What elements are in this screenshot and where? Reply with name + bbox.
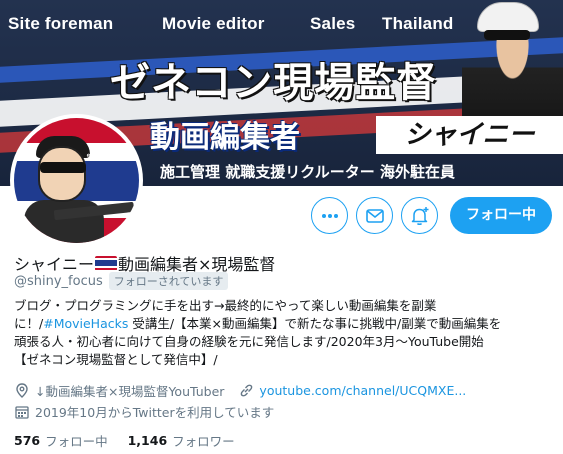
location-pin-icon xyxy=(14,383,30,399)
banner-subtitle: 動画編集者 xyxy=(150,120,300,155)
banner-word-sales: Sales xyxy=(310,14,356,33)
calendar-icon xyxy=(14,404,30,420)
meta-joined: 2019年10月からTwitterを利用しています xyxy=(14,402,274,421)
banner-name-box: シャイニー xyxy=(376,116,563,154)
link-icon xyxy=(238,383,254,399)
banner-word-movie-editor: Movie editor xyxy=(162,14,265,33)
more-icon xyxy=(321,213,339,219)
meta-location-url: ↓動画編集者×現場監督YouTuber youtube.com/channel/… xyxy=(14,381,466,400)
following-count: 576 xyxy=(14,433,41,448)
joined-date: 2019年10月からTwitterを利用しています xyxy=(35,405,275,420)
bio-line: に！/#MovieHacks 受講生/【本業×動画編集】で新たな事に挑戦中/副業… xyxy=(14,315,554,333)
bio-text: に！/ xyxy=(14,316,44,331)
bio-line: ブログ・プログラミングに手を出す→最終的にやって楽しい動画編集を副業 xyxy=(14,298,437,313)
message-button[interactable] xyxy=(356,197,393,234)
follows-you-badge: フォローされています xyxy=(108,272,229,290)
banner-word-thailand: Thailand xyxy=(382,14,454,33)
more-button[interactable] xyxy=(311,197,348,234)
avatar[interactable]: ช่ายนี่ xyxy=(10,114,143,247)
following-stat[interactable]: 576 フォロー中 xyxy=(14,431,108,450)
bell-plus-icon xyxy=(410,206,430,226)
thai-flag-emoji xyxy=(95,255,118,271)
location-text: ↓動画編集者×現場監督YouTuber xyxy=(35,384,225,399)
website-link[interactable]: youtube.com/channel/UCQMXE... xyxy=(259,383,466,398)
hashtag-link[interactable]: #MovieHacks xyxy=(43,316,128,331)
avatar-character-face xyxy=(38,146,86,202)
followers-stat[interactable]: 1,146 フォロワー xyxy=(128,431,235,450)
followers-count: 1,146 xyxy=(127,433,168,448)
handle-row: @shiny_focus フォローされています xyxy=(14,272,229,290)
followers-label: フォロワー xyxy=(172,434,235,449)
bio-text: 受講生/【本業×動画編集】で新たな事に挑戦中/副業で動画編集を xyxy=(128,316,502,331)
notifications-button[interactable] xyxy=(401,197,438,234)
handle: @shiny_focus xyxy=(14,273,103,289)
mail-icon xyxy=(365,208,384,223)
follow-stats: 576 フォロー中 1,146 フォロワー xyxy=(14,431,255,450)
banner-roles: 施工管理 就職支援リクルーター 海外駐在員 xyxy=(160,163,455,181)
avatar-character-sunglasses xyxy=(40,162,86,173)
following-label: フォロー中 xyxy=(45,434,108,449)
bio-line: 頑張る人・初心者に向けて自身の経験を元に発信します/2020年3月〜YouTub… xyxy=(14,334,484,349)
bio: ブログ・プログラミングに手を出す→最終的にやって楽しい動画編集を副業 に！/#M… xyxy=(14,297,554,369)
bio-line: 【ゼネコン現場監督として発信中】/ xyxy=(14,352,218,367)
following-button[interactable]: フォロー中 xyxy=(450,197,552,234)
banner-title: ゼネコン現場監督 xyxy=(110,60,438,106)
banner-sunglasses xyxy=(484,30,530,40)
banner-word-site-foreman: Site foreman xyxy=(8,14,114,33)
